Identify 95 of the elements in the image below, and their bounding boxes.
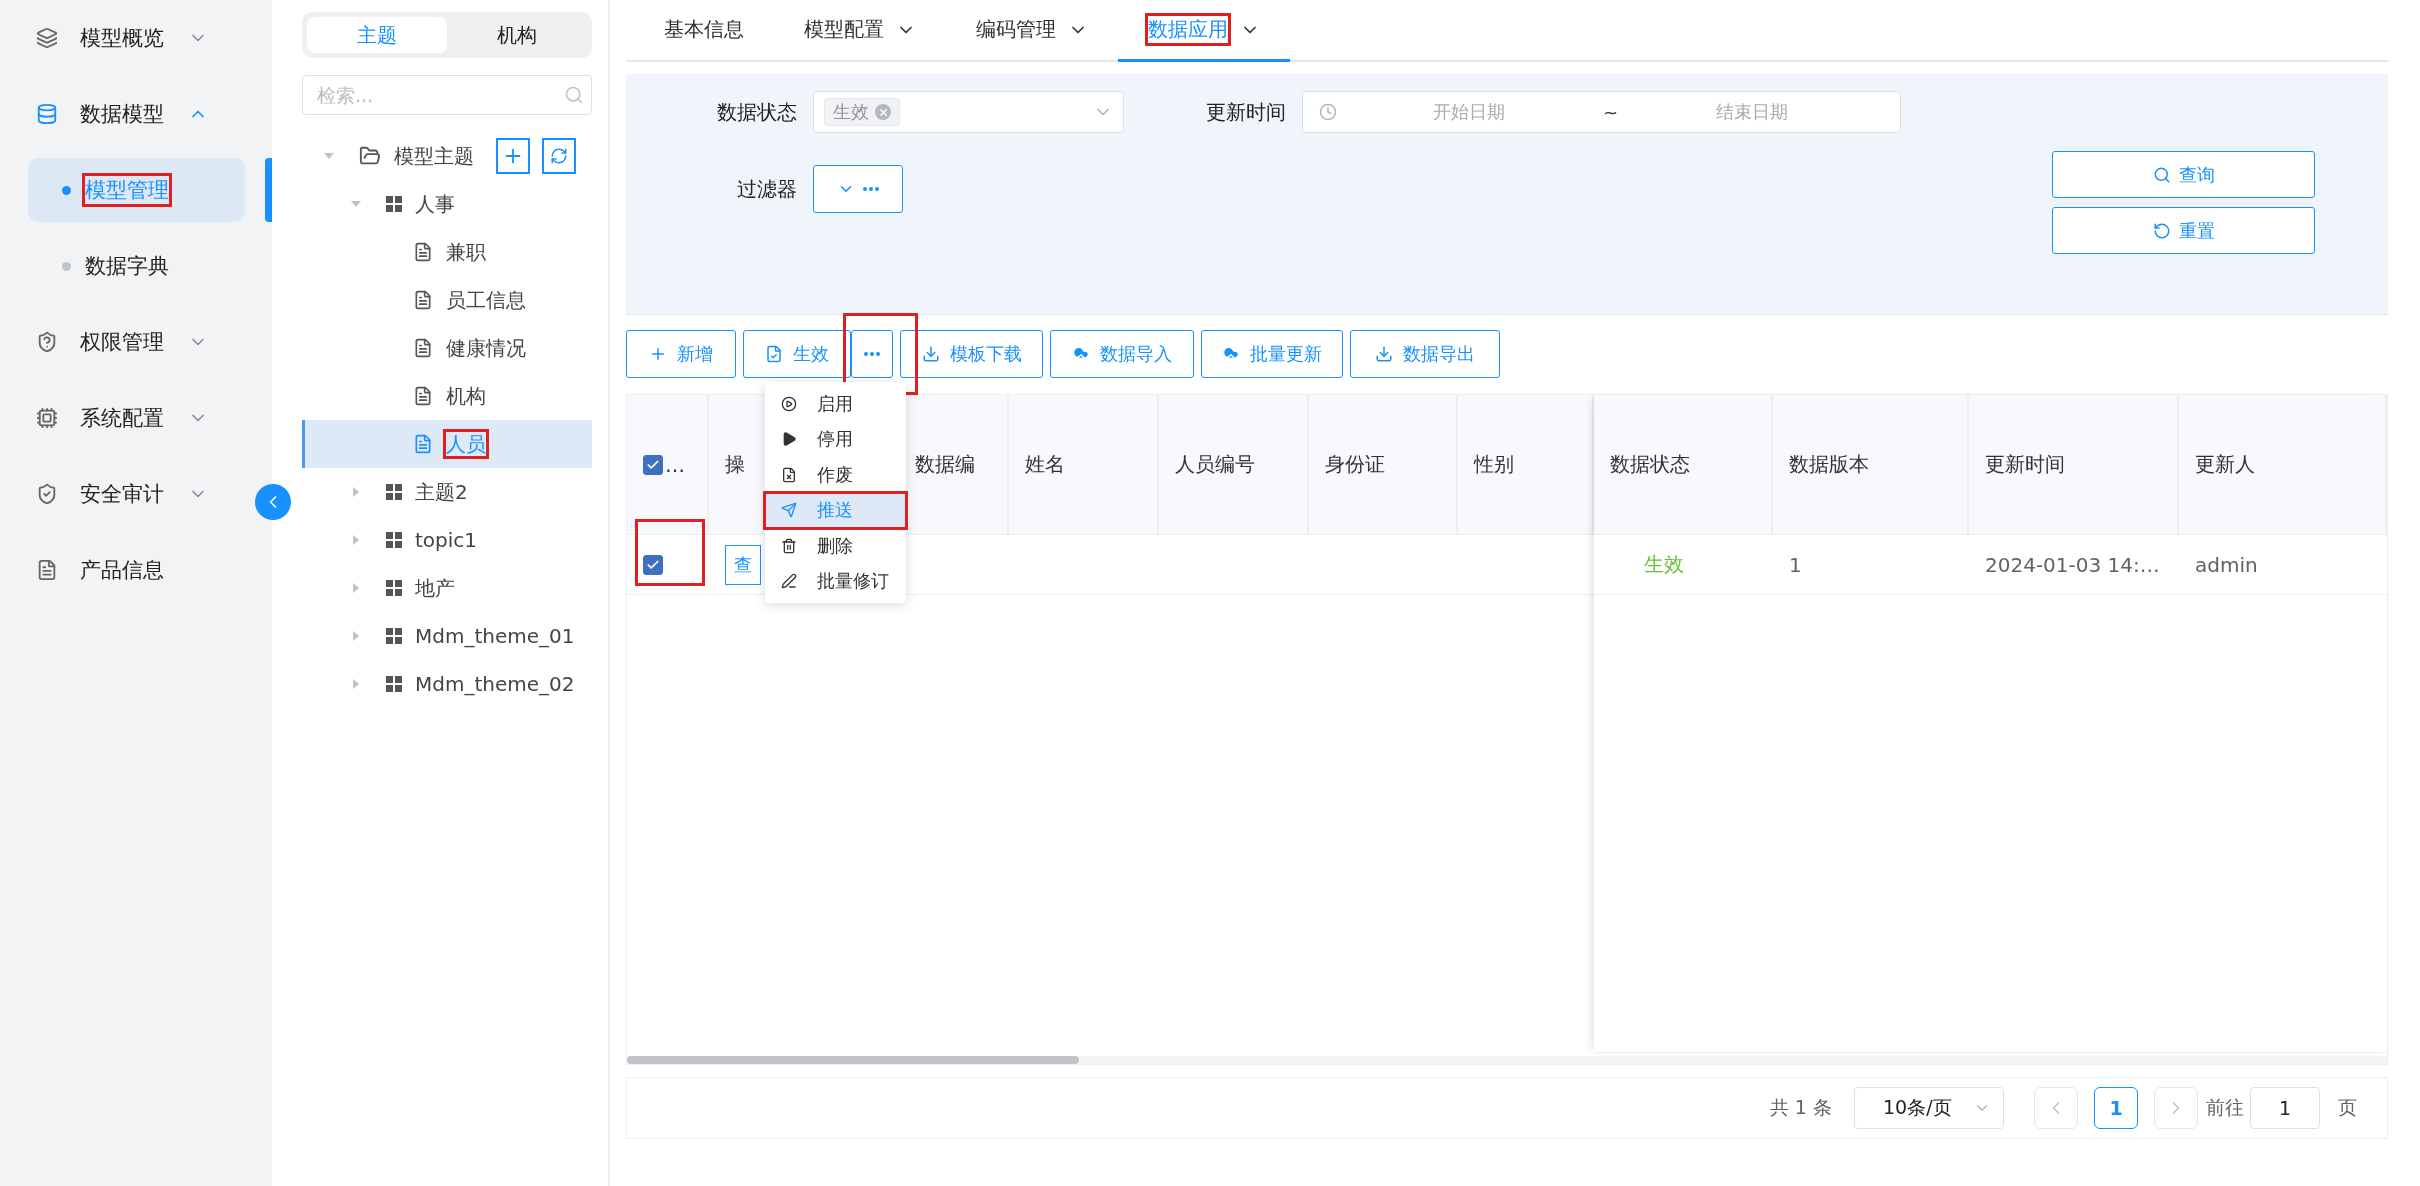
reset-icon bbox=[2152, 221, 2171, 240]
tree-node[interactable]: topic1 bbox=[302, 516, 592, 564]
table-cell: admin bbox=[2195, 552, 2258, 577]
column-header: 数据版本 bbox=[1773, 395, 1969, 534]
table-cell: 2024-01-03 14:… bbox=[1985, 552, 2160, 577]
grid-icon bbox=[386, 196, 402, 212]
segment-tab[interactable]: 机构 bbox=[447, 17, 587, 53]
column-header: 更新人 bbox=[2179, 395, 2387, 534]
status-tag: 生效 bbox=[824, 98, 900, 126]
table-cell: 1 bbox=[1789, 552, 1802, 577]
nav-item[interactable]: 权限管理 bbox=[0, 304, 248, 380]
filter-button[interactable] bbox=[813, 165, 903, 213]
plus-icon bbox=[649, 345, 667, 363]
refresh-icon bbox=[550, 147, 568, 165]
document-icon bbox=[413, 386, 433, 406]
ellipsis-icon bbox=[864, 352, 880, 356]
field-label: 更新时间 bbox=[1205, 98, 1287, 126]
next-page-button[interactable] bbox=[2154, 1087, 2198, 1129]
tree-node[interactable]: 地产 bbox=[302, 564, 592, 612]
tree-node[interactable]: 兼职 bbox=[302, 228, 592, 276]
folder-icon bbox=[359, 145, 381, 167]
tree-node[interactable]: 机构 bbox=[302, 372, 592, 420]
close-icon[interactable] bbox=[875, 104, 891, 120]
document-icon bbox=[413, 338, 433, 358]
search-icon bbox=[564, 85, 584, 105]
file-check-icon bbox=[765, 345, 783, 363]
bullet-icon bbox=[62, 261, 71, 271]
tree-node[interactable]: 健康情况 bbox=[302, 324, 592, 372]
page-size-select[interactable]: 10条/页 bbox=[1854, 1087, 2004, 1129]
column-header: 姓名 bbox=[1009, 395, 1159, 534]
column-header: 更新时间 bbox=[1969, 395, 2179, 534]
nav-item[interactable]: 系统配置 bbox=[0, 380, 248, 456]
document-icon bbox=[413, 434, 433, 454]
more-button[interactable] bbox=[851, 330, 893, 378]
tree-node[interactable]: 员工信息 bbox=[302, 276, 592, 324]
tab[interactable]: 编码管理 bbox=[946, 0, 1118, 62]
total-count: 共 1 条 bbox=[1769, 1095, 1832, 1120]
bullet-icon bbox=[62, 185, 71, 195]
tab[interactable]: 模型配置 bbox=[774, 0, 946, 62]
date-range-field[interactable]: 开始日期 ~ 结束日期 bbox=[1302, 91, 1901, 133]
document-icon bbox=[413, 242, 433, 262]
tree-node[interactable]: Mdm_theme_02 bbox=[302, 660, 592, 708]
nav-item[interactable]: 安全审计 bbox=[0, 456, 248, 532]
shield-icon bbox=[36, 483, 58, 505]
active-indicator bbox=[265, 158, 272, 222]
select-all-checkbox[interactable] bbox=[643, 454, 663, 475]
tree-node[interactable]: 模型主题 bbox=[302, 132, 592, 180]
menu-item[interactable]: 批量修订 bbox=[765, 563, 906, 599]
pen-icon bbox=[781, 573, 797, 590]
nav-item[interactable]: 模型概览 bbox=[0, 0, 248, 76]
play-icon bbox=[781, 431, 797, 448]
file-x-icon bbox=[781, 466, 797, 483]
collapse-button[interactable] bbox=[255, 484, 291, 520]
document-icon bbox=[36, 559, 58, 581]
trash-icon bbox=[781, 537, 797, 554]
grid-icon bbox=[386, 532, 402, 548]
tree-node[interactable]: Mdm_theme_01 bbox=[302, 612, 592, 660]
column-header: 人员编号 bbox=[1159, 395, 1309, 534]
grid-icon bbox=[386, 676, 402, 692]
grid-icon bbox=[386, 580, 402, 596]
download-icon bbox=[1375, 345, 1393, 363]
header-label: … bbox=[665, 452, 685, 477]
grid-icon bbox=[386, 484, 402, 500]
column-header: 数据状态 bbox=[1594, 395, 1773, 534]
shield-icon bbox=[36, 331, 58, 353]
column-header: 身份证 bbox=[1309, 395, 1458, 534]
tree-node[interactable]: 人事 bbox=[302, 180, 592, 228]
row-checkbox[interactable] bbox=[643, 554, 663, 575]
status-text: 生效 bbox=[1643, 551, 1684, 578]
ellipsis-icon bbox=[863, 187, 879, 191]
nav-subitem[interactable]: 数据字典 bbox=[28, 234, 245, 298]
nav-item[interactable]: 数据模型 bbox=[0, 76, 248, 152]
search-field[interactable]: 检索... bbox=[302, 75, 592, 115]
download-icon bbox=[921, 345, 940, 363]
layers-icon bbox=[36, 27, 58, 49]
nav-item[interactable]: 产品信息 bbox=[0, 532, 248, 608]
chip-icon bbox=[36, 407, 58, 429]
grid-icon bbox=[386, 628, 402, 644]
field-label: 过滤器 bbox=[736, 175, 798, 203]
previous-page-button[interactable] bbox=[2034, 1087, 2078, 1129]
tab[interactable]: 基本信息 bbox=[634, 0, 774, 62]
add-button[interactable] bbox=[496, 138, 530, 174]
field-label: 数据状态 bbox=[716, 98, 798, 126]
search-icon bbox=[2152, 165, 2171, 184]
refresh-button[interactable] bbox=[542, 138, 576, 174]
play-circle-icon bbox=[781, 395, 797, 412]
database-icon bbox=[36, 103, 58, 125]
send-icon bbox=[781, 502, 797, 519]
tree-node[interactable]: 主题2 bbox=[302, 468, 592, 516]
horizontal-scrollbar[interactable] bbox=[627, 1056, 2387, 1064]
clock-icon bbox=[1319, 103, 1337, 121]
page-input[interactable]: 1 bbox=[2250, 1087, 2320, 1129]
document-icon bbox=[413, 290, 433, 310]
goto-label: 前往 bbox=[2206, 1095, 2244, 1120]
page-suffix: 页 bbox=[2338, 1095, 2357, 1120]
